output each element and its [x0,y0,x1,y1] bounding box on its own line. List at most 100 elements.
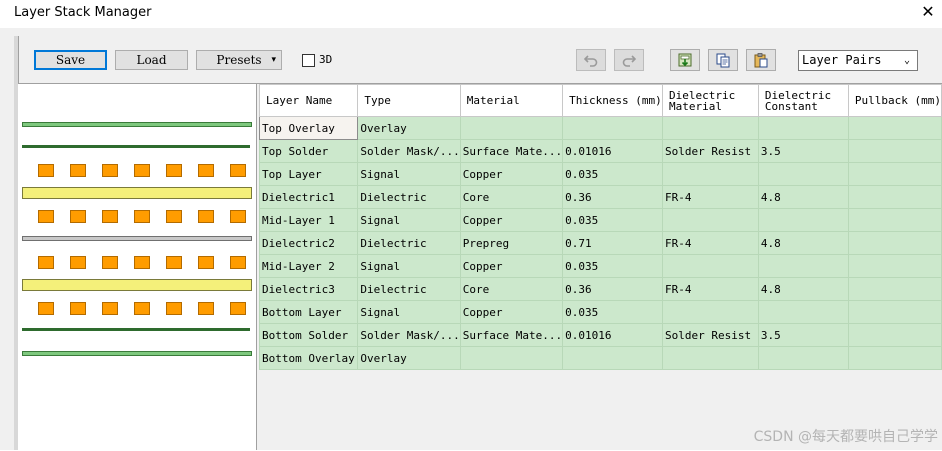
table-cell[interactable]: Overlay [357,116,461,140]
table-cell[interactable] [562,116,663,140]
column-header[interactable]: Material [459,84,564,117]
table-cell[interactable]: 4.8 [757,277,849,301]
table-cell[interactable]: 4.8 [757,231,849,255]
presets-button[interactable]: Presets ▾ [196,50,282,70]
table-cell[interactable]: Mid-Layer 1 [259,208,359,232]
column-header[interactable]: Thickness (mm) [562,84,663,117]
table-cell[interactable]: 0.36 [562,277,663,301]
table-cell[interactable] [847,323,942,347]
table-cell[interactable] [757,208,849,232]
table-row[interactable]: Dielectric1 Dielectric Core 0.36 FR-4 4.8 [259,185,942,209]
table-cell[interactable]: Solder Mask/... [357,139,461,163]
table-cell[interactable] [757,254,849,278]
column-header[interactable]: Dielectric Constant [757,84,849,117]
table-cell[interactable]: Copper [459,162,564,186]
table-cell[interactable] [847,346,942,370]
table-row[interactable]: Mid-Layer 1 Signal Copper 0.035 [259,208,942,232]
table-cell[interactable]: FR-4 [661,231,759,255]
table-cell[interactable] [757,116,849,140]
table-cell[interactable] [847,254,942,278]
table-cell[interactable]: 3.5 [757,139,849,163]
table-cell[interactable]: Bottom Overlay [259,346,359,370]
table-cell[interactable]: Dielectric3 [259,277,359,301]
table-cell[interactable]: 0.035 [562,254,663,278]
table-cell[interactable] [847,300,942,324]
table-cell[interactable]: 3.5 [757,323,849,347]
import-button[interactable] [670,49,700,71]
table-cell[interactable]: 0.36 [562,185,663,209]
table-cell[interactable]: Copper [459,208,564,232]
table-cell[interactable]: Top Overlay [259,116,359,140]
table-cell[interactable] [459,346,564,370]
table-cell[interactable]: Copper [459,300,564,324]
table-cell[interactable]: Overlay [357,346,461,370]
table-cell[interactable]: Signal [357,300,461,324]
table-row[interactable]: Bottom Layer Signal Copper 0.035 [259,300,942,324]
table-cell[interactable] [661,300,759,324]
table-cell[interactable]: FR-4 [661,277,759,301]
table-cell[interactable]: Dielectric [357,277,461,301]
table-cell[interactable] [459,116,564,140]
table-cell[interactable] [757,346,849,370]
copy-button[interactable] [708,49,738,71]
undo-button[interactable] [576,49,606,71]
table-cell[interactable] [847,139,942,163]
table-cell[interactable] [661,208,759,232]
table-cell[interactable]: Top Solder [259,139,359,163]
table-cell[interactable]: 0.035 [562,300,663,324]
table-cell[interactable]: Solder Resist [661,323,759,347]
table-cell[interactable]: Signal [357,254,461,278]
table-cell[interactable]: 0.01016 [562,323,663,347]
column-header[interactable]: Layer Name [259,84,359,117]
save-button[interactable]: Save [34,50,107,70]
table-cell[interactable]: Prepreg [459,231,564,255]
table-cell[interactable]: 0.71 [562,231,663,255]
table-cell[interactable]: 0.01016 [562,139,663,163]
table-cell[interactable]: Signal [357,162,461,186]
table-cell[interactable] [847,162,942,186]
table-cell[interactable]: 4.8 [757,185,849,209]
table-cell[interactable]: Dielectric1 [259,185,359,209]
table-cell[interactable]: Solder Resist [661,139,759,163]
table-row[interactable]: Top Solder Solder Mask/... Surface Mate...… [259,139,942,163]
paste-button[interactable] [746,49,776,71]
view-mode-select[interactable]: Layer Pairs ⌄ [798,50,918,71]
table-cell[interactable]: Bottom Layer [259,300,359,324]
table-cell[interactable] [757,162,849,186]
three-d-checkbox[interactable] [302,54,315,67]
table-cell[interactable]: Solder Mask/... [357,323,461,347]
table-cell[interactable] [661,116,759,140]
table-row[interactable]: Top Layer Signal Copper 0.035 [259,162,942,186]
table-cell[interactable]: Copper [459,254,564,278]
table-cell[interactable]: Core [459,185,564,209]
table-cell[interactable] [847,116,942,140]
table-cell[interactable] [661,346,759,370]
column-header[interactable]: Pullback (mm) [847,84,942,117]
table-row[interactable]: Mid-Layer 2 Signal Copper 0.035 [259,254,942,278]
table-cell[interactable]: 0.035 [562,162,663,186]
table-cell[interactable] [562,346,663,370]
close-icon[interactable]: ✕ [914,0,942,26]
column-header[interactable]: Dielectric Material [661,84,759,117]
table-cell[interactable] [847,208,942,232]
table-row[interactable]: Bottom Overlay Overlay [259,346,942,370]
table-cell[interactable]: Signal [357,208,461,232]
table-cell[interactable]: Bottom Solder [259,323,359,347]
table-row[interactable]: Top Overlay Overlay [259,116,942,140]
table-cell[interactable]: FR-4 [661,185,759,209]
table-cell[interactable] [757,300,849,324]
table-row[interactable]: Bottom Solder Solder Mask/... Surface Mate… [259,323,942,347]
table-cell[interactable] [847,231,942,255]
redo-button[interactable] [614,49,644,71]
table-cell[interactable]: Surface Mate... [459,139,564,163]
table-cell[interactable] [661,162,759,186]
table-cell[interactable]: Dielectric [357,185,461,209]
load-button[interactable]: Load [115,50,188,70]
table-cell[interactable]: Surface Mate... [459,323,564,347]
column-header[interactable]: Type [357,84,461,117]
table-cell[interactable] [661,254,759,278]
table-cell[interactable]: Mid-Layer 2 [259,254,359,278]
table-cell[interactable]: Core [459,277,564,301]
table-cell[interactable] [847,185,942,209]
table-cell[interactable] [847,277,942,301]
